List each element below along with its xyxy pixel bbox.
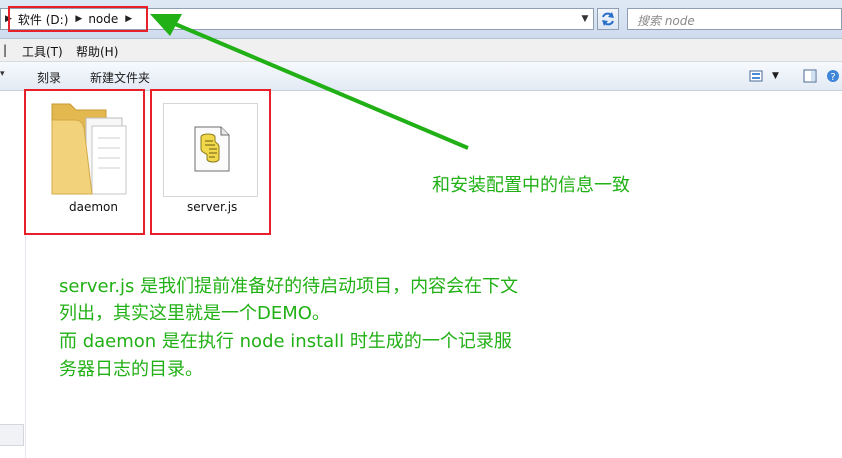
annotation-arrow-note: 和安装配置中的信息一致 bbox=[432, 175, 630, 196]
annotation-line: 列出，其实这里就是一个DEMO。 bbox=[59, 303, 330, 324]
annotation-line: 务器日志的目录。 bbox=[59, 359, 203, 380]
annotation-line: server.js 是我们提前准备好的待启动项目，内容会在下文 bbox=[59, 276, 519, 297]
annotation-line: 而 daemon 是在执行 node install 时生成的一个记录服 bbox=[59, 331, 512, 352]
annotation-arrow bbox=[150, 14, 469, 150]
